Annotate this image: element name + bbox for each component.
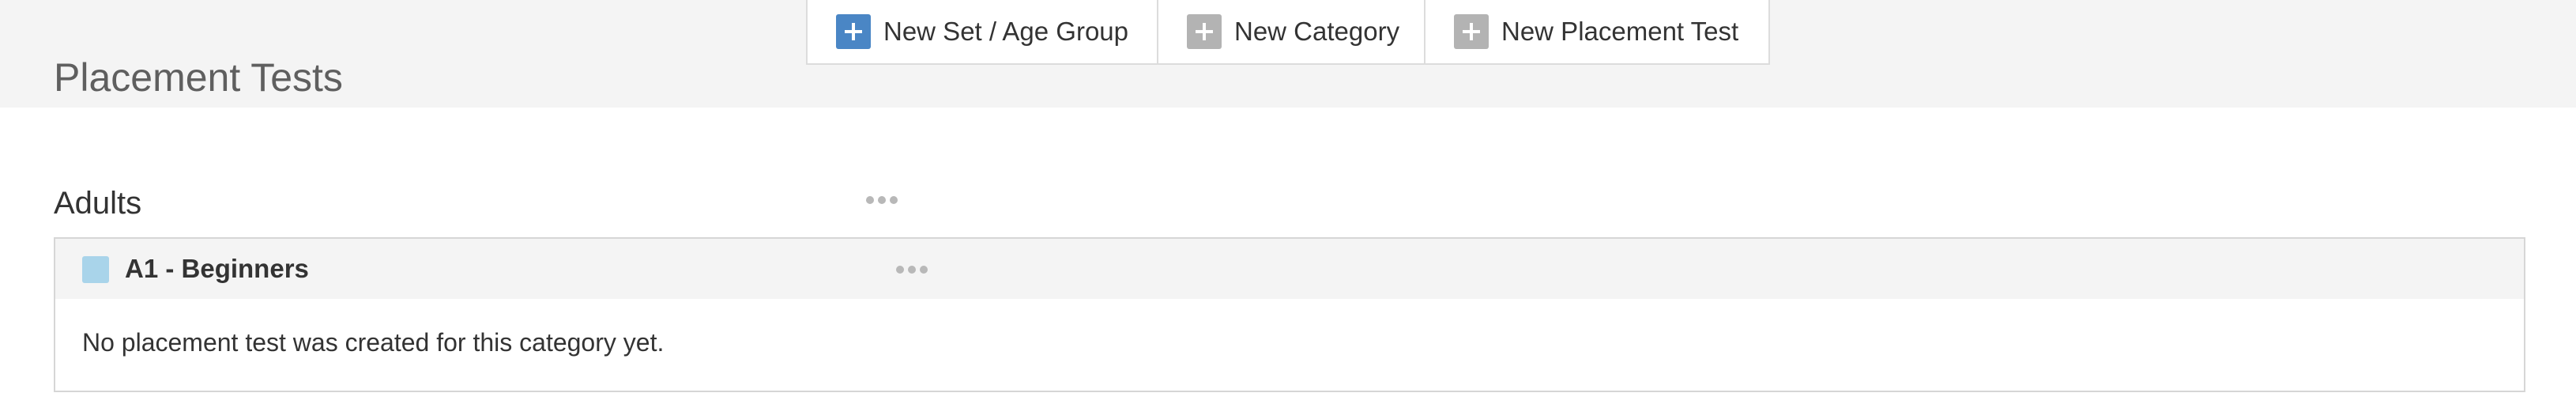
plus-icon [836,14,871,49]
page-header: Placement Tests New Set / Age Group New … [0,0,2576,108]
new-category-button[interactable]: New Category [1157,0,1424,63]
toolbar: New Set / Age Group New Category New Pla… [806,0,1770,65]
category-panel: A1 - Beginners No placement test was cre… [54,237,2525,392]
new-set-age-group-button[interactable]: New Set / Age Group [808,0,1157,63]
category-title: A1 - Beginners [125,254,309,283]
new-placement-test-button[interactable]: New Placement Test [1424,0,1768,63]
more-horizontal-icon[interactable] [866,196,898,204]
group-title-adults: Adults [54,186,142,221]
new-placement-test-label: New Placement Test [1501,17,1739,46]
new-set-age-group-label: New Set / Age Group [883,17,1129,46]
plus-icon [1187,14,1222,49]
category-header: A1 - Beginners [55,239,2524,299]
new-category-label: New Category [1234,17,1400,46]
page-title: Placement Tests [54,55,343,100]
placement-tests-page: Placement Tests New Set / Age Group New … [0,0,2576,408]
more-horizontal-icon[interactable] [896,266,928,274]
plus-icon [1454,14,1489,49]
category-color-swatch [82,256,109,283]
empty-state-message: No placement test was created for this c… [82,328,665,357]
